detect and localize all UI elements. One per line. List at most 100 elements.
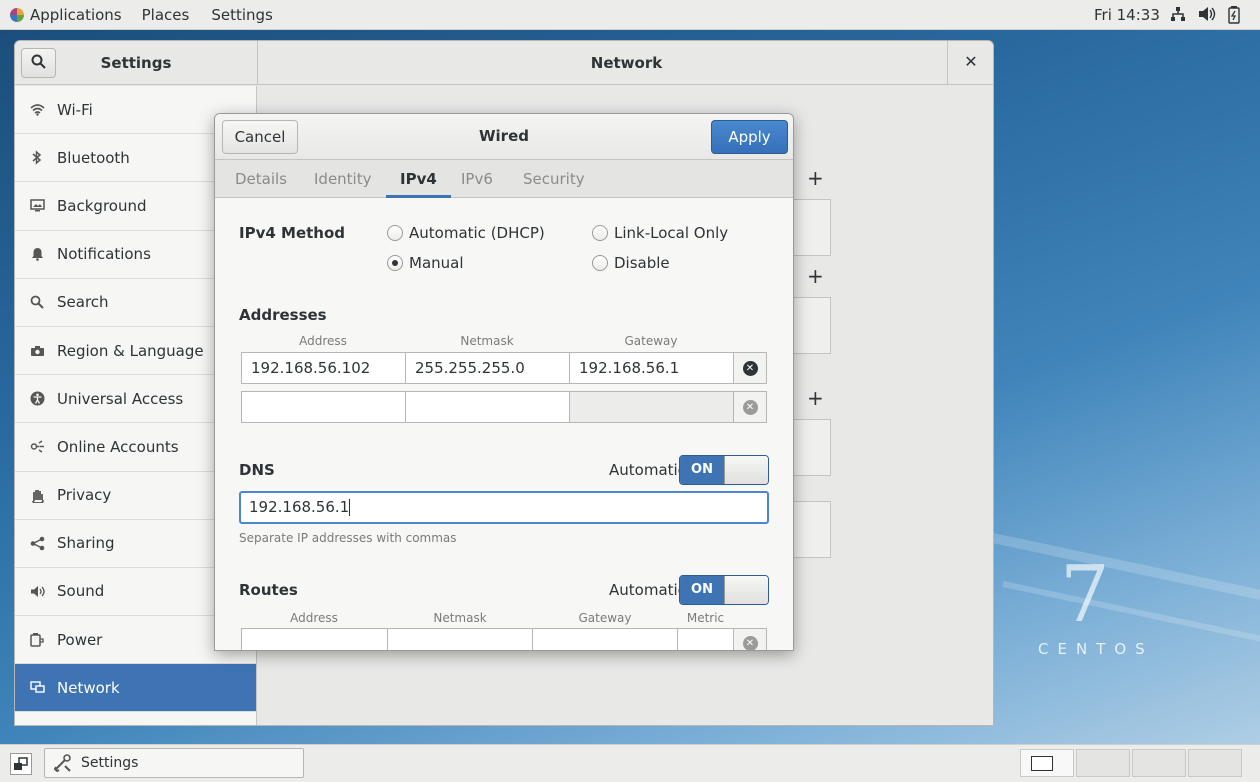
sidebar-item-label: Search [57, 293, 109, 312]
netmask-field[interactable]: 255.255.255.0 [405, 352, 570, 384]
battery-icon[interactable] [1228, 6, 1240, 28]
tab-details[interactable]: Details [235, 160, 287, 198]
sidebar-item-label: Universal Access [57, 389, 184, 408]
remove-address-button[interactable]: ✕ [733, 391, 767, 423]
taskbar-item-settings[interactable]: Settings [44, 748, 304, 778]
radio-indicator-selected [387, 255, 403, 271]
centos-logo-number: 7 [1060, 550, 1110, 640]
dns-title: DNS [239, 461, 275, 479]
radio-label: Manual [409, 254, 464, 272]
show-desktop-icon[interactable] [10, 753, 32, 775]
ipv4-method-label: IPv4 Method [239, 224, 346, 242]
background-icon [29, 198, 45, 214]
address-field[interactable]: 192.168.56.102 [241, 352, 406, 384]
add-connection-icon[interactable]: + [807, 166, 824, 190]
sidebar-item-label: Sound [57, 582, 105, 601]
dialog-tabs: Details Identity IPv4 IPv6 Security [215, 160, 793, 198]
speaker-icon [29, 583, 45, 599]
route-address-field[interactable] [241, 628, 388, 650]
add-connection-icon[interactable]: + [807, 264, 824, 288]
dns-input-value: 192.168.56.1 [249, 498, 350, 516]
column-header-netmask: Netmask [460, 334, 514, 348]
sidebar-item-label: Background [57, 196, 147, 215]
workspace-3[interactable] [1132, 749, 1186, 777]
routes-automatic-switch[interactable]: ON [679, 575, 769, 605]
route-metric-field[interactable] [677, 628, 734, 650]
dns-input[interactable]: 192.168.56.1 [239, 491, 769, 524]
radio-indicator [387, 225, 403, 241]
header-separator [947, 41, 948, 85]
taskbar-item-label: Settings [81, 755, 139, 771]
apply-button[interactable]: Apply [711, 120, 788, 154]
bluetooth-icon [29, 150, 45, 166]
remove-address-button[interactable]: ✕ [733, 352, 767, 384]
sidebar-item-label: Privacy [57, 486, 112, 505]
close-icon[interactable]: ✕ [960, 51, 982, 73]
switch-on-label: ON [680, 576, 724, 604]
radio-automatic-dhcp[interactable]: Automatic (DHCP) [387, 224, 545, 242]
cancel-button[interactable]: Cancel [222, 120, 298, 154]
sidebar-item-network[interactable]: Network [15, 664, 256, 713]
route-gateway-field[interactable] [532, 628, 678, 650]
search-icon [31, 54, 46, 73]
dns-automatic-switch[interactable]: ON [679, 455, 769, 485]
sidebar-item-label: Sharing [57, 534, 115, 553]
addresses-title: Addresses [239, 306, 327, 324]
places-menu[interactable]: Places [132, 0, 200, 30]
sidebar-item-label: Notifications [57, 245, 151, 264]
radio-disable[interactable]: Disable [592, 254, 670, 272]
radio-manual[interactable]: Manual [387, 254, 464, 272]
sidebar-item-label: Bluetooth [57, 148, 130, 167]
routes-automatic-label: Automatic [609, 581, 686, 599]
netmask-field[interactable] [405, 391, 570, 423]
sidebar-item-label: Wi-Fi [57, 100, 93, 119]
remove-route-button[interactable]: ✕ [733, 628, 767, 650]
applications-menu[interactable]: Applications [0, 0, 132, 30]
online-accounts-icon [29, 439, 45, 455]
sidebar-item-label: Power [57, 630, 103, 649]
volume-icon[interactable] [1198, 6, 1216, 26]
network-icon[interactable] [1170, 6, 1186, 26]
settings-tools-icon [53, 754, 73, 772]
gateway-field[interactable]: 192.168.56.1 [569, 352, 734, 384]
remove-icon: ✕ [742, 635, 758, 650]
top-panel: Applications Places Settings Fri 14:33 [0, 0, 1260, 30]
column-header-netmask: Netmask [433, 611, 487, 625]
add-connection-icon[interactable]: + [807, 386, 824, 410]
switch-knob [724, 456, 768, 484]
column-header-gateway: Gateway [578, 611, 632, 625]
search-button[interactable] [21, 48, 56, 78]
radio-label: Disable [614, 254, 670, 272]
workspace-window-thumb [1031, 756, 1053, 771]
search-icon [29, 294, 45, 310]
applications-icon [10, 7, 24, 22]
radio-indicator [592, 225, 608, 241]
switch-on-label: ON [680, 456, 724, 484]
tab-identity[interactable]: Identity [314, 160, 372, 198]
accessibility-icon [29, 391, 45, 407]
settings-header-bar: Settings Network ✕ [15, 41, 993, 85]
remove-icon: ✕ [742, 399, 758, 415]
gateway-field[interactable] [569, 391, 734, 423]
clock[interactable]: Fri 14:33 [1094, 0, 1160, 30]
wired-dialog: Wired Cancel Apply Details Identity IPv4… [214, 113, 794, 651]
radio-label: Automatic (DHCP) [409, 224, 545, 242]
share-icon [29, 535, 45, 551]
tab-security[interactable]: Security [523, 160, 585, 198]
tab-ipv6[interactable]: IPv6 [461, 160, 493, 198]
settings-menu[interactable]: Settings [199, 0, 283, 30]
radio-indicator [592, 255, 608, 271]
remove-icon: ✕ [742, 360, 758, 376]
radio-link-local-only[interactable]: Link-Local Only [592, 224, 728, 242]
route-netmask-field[interactable] [387, 628, 533, 650]
address-field[interactable] [241, 391, 406, 423]
applications-menu-label: Applications [30, 5, 122, 24]
dialog-title: Wired [479, 127, 529, 145]
workspace-2[interactable] [1076, 749, 1130, 777]
tab-ipv4[interactable]: IPv4 [386, 160, 451, 198]
workspace-1[interactable] [1020, 749, 1074, 777]
camera-icon [29, 343, 45, 359]
column-header-address: Address [299, 334, 347, 348]
workspace-4[interactable] [1188, 749, 1242, 777]
text-cursor [349, 499, 351, 516]
